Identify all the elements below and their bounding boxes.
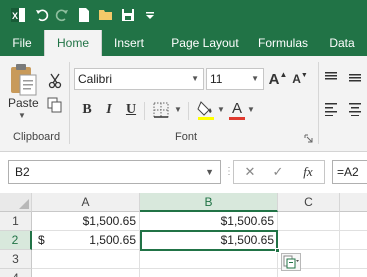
font-group-label: Font <box>175 131 198 143</box>
tab-insert[interactable]: Insert <box>106 30 152 56</box>
font-dialog-launcher-icon[interactable] <box>303 133 313 143</box>
tab-page-layout[interactable]: Page Layout <box>160 30 250 56</box>
active-cell-border <box>140 230 278 251</box>
cancel-icon[interactable]: ✕ <box>240 163 260 181</box>
formula-bar-grip-icon[interactable]: ⋮ <box>224 166 234 177</box>
clipboard-group-label: Clipboard <box>13 131 61 143</box>
title-bar: X <box>0 0 367 30</box>
enter-icon[interactable]: ✓ <box>268 163 288 181</box>
cell-a2[interactable]: $ 1,500.65 <box>32 231 140 250</box>
new-file-icon[interactable] <box>74 5 94 25</box>
chevron-down-icon[interactable]: ▼ <box>251 69 259 89</box>
group-divider <box>69 62 70 144</box>
cell-a2-currency: $ <box>38 233 45 247</box>
formula-input[interactable]: =A2 <box>332 160 367 184</box>
save-icon[interactable] <box>118 5 138 25</box>
cell-d4[interactable] <box>340 269 367 277</box>
fill-color-dropdown-icon[interactable]: ▼ <box>217 105 225 114</box>
ribbon-tabs: File Home Insert Page Layout Formulas Da… <box>0 30 367 56</box>
tab-data[interactable]: Data <box>322 30 362 56</box>
font-size-combobox[interactable]: 11 ▼ <box>206 68 264 90</box>
font-name-combobox[interactable]: Calibri ▼ <box>74 68 204 90</box>
shrink-font-arrow-icon: ▼ <box>300 71 308 79</box>
paste-dropdown-icon[interactable]: ▼ <box>18 111 26 120</box>
borders-dropdown-icon[interactable]: ▼ <box>174 105 182 114</box>
font-size-value: 11 <box>210 72 223 86</box>
worksheet-grid: A B C 1 2 3 4 $1,500.65 $1,500.65 $ 1,50… <box>0 193 367 277</box>
group-divider <box>318 62 319 144</box>
column-header-c[interactable]: C <box>278 193 340 212</box>
cell-a3[interactable] <box>32 250 140 269</box>
customize-qat-icon[interactable] <box>140 5 160 25</box>
grow-font-letter: A <box>268 70 280 88</box>
fill-color-icon[interactable] <box>196 98 216 122</box>
excel-logo-icon: X <box>8 5 28 25</box>
name-box-value: B2 <box>15 165 30 179</box>
font-divider <box>188 102 189 120</box>
font-color-letter: A <box>231 99 242 117</box>
row-header-3[interactable]: 3 <box>0 250 32 269</box>
undo-icon[interactable] <box>32 5 52 25</box>
cell-c1[interactable] <box>278 212 340 231</box>
column-header-d[interactable] <box>340 193 367 212</box>
paste-button[interactable]: Paste <box>8 96 39 110</box>
tab-file[interactable]: File <box>4 30 40 56</box>
tab-home[interactable]: Home <box>44 30 102 56</box>
font-name-value: Calibri <box>78 72 113 86</box>
shrink-font-button[interactable]: A ▼ <box>290 68 310 90</box>
cell-b1[interactable]: $1,500.65 <box>140 212 278 231</box>
italic-button[interactable]: I <box>100 100 118 120</box>
name-box[interactable]: B2 ▼ <box>8 160 221 184</box>
font-color-swatch <box>229 116 245 120</box>
align-left-icon[interactable] <box>322 100 340 118</box>
align-center-icon[interactable] <box>346 100 364 118</box>
cut-icon[interactable] <box>46 72 64 90</box>
grow-font-button[interactable]: A ▲ <box>268 68 288 90</box>
underline-button[interactable]: U <box>122 100 140 120</box>
chevron-down-icon[interactable]: ▼ <box>191 69 199 89</box>
column-header-b[interactable]: B <box>140 193 278 212</box>
row-header-4[interactable]: 4 <box>0 269 32 277</box>
select-all-corner[interactable] <box>0 193 32 212</box>
row-header-1[interactable]: 1 <box>0 212 32 231</box>
chevron-down-icon[interactable]: ▼ <box>205 161 214 183</box>
column-header-a[interactable]: A <box>32 193 140 212</box>
font-color-dropdown-icon[interactable]: ▼ <box>247 105 255 114</box>
open-folder-icon[interactable] <box>96 5 116 25</box>
align-middle-icon[interactable] <box>346 68 364 86</box>
cell-a1-value: $1,500.65 <box>82 214 136 228</box>
grow-font-arrow-icon: ▲ <box>279 69 288 79</box>
borders-icon[interactable] <box>150 100 172 120</box>
shrink-font-letter: A <box>292 72 301 86</box>
cell-d1[interactable] <box>340 212 367 231</box>
cell-b3[interactable] <box>140 250 278 269</box>
tab-formulas[interactable]: Formulas <box>250 30 316 56</box>
redo-icon[interactable] <box>52 5 72 25</box>
cell-d2[interactable] <box>340 231 367 250</box>
fill-handle[interactable] <box>275 248 280 253</box>
cell-b4[interactable] <box>140 269 278 277</box>
ribbon: Paste ▼ Clipboard Calibri ▼ 11 ▼ A ▲ A ▼ B… <box>0 56 367 152</box>
paste-options-icon[interactable] <box>281 253 301 271</box>
copy-icon[interactable] <box>46 96 64 114</box>
cell-c2[interactable] <box>278 231 340 250</box>
cell-a1[interactable]: $1,500.65 <box>32 212 140 231</box>
formula-buttons: ✕ ✓ fx <box>233 160 325 184</box>
formula-bar: B2 ▼ ⋮ ✕ ✓ fx =A2 <box>0 152 367 193</box>
cell-a2-value: 1,500.65 <box>89 233 136 247</box>
align-top-icon[interactable] <box>322 68 340 86</box>
cell-d3[interactable] <box>340 250 367 269</box>
svg-text:X: X <box>12 11 18 21</box>
paste-icon[interactable] <box>6 62 40 98</box>
insert-function-icon[interactable]: fx <box>298 163 318 181</box>
font-divider <box>144 102 145 120</box>
cell-b1-value: $1,500.65 <box>220 214 274 228</box>
row-header-2[interactable]: 2 <box>0 231 32 250</box>
cell-a4[interactable] <box>32 269 140 277</box>
font-color-button[interactable]: A <box>228 98 246 122</box>
bold-button[interactable]: B <box>78 100 96 120</box>
